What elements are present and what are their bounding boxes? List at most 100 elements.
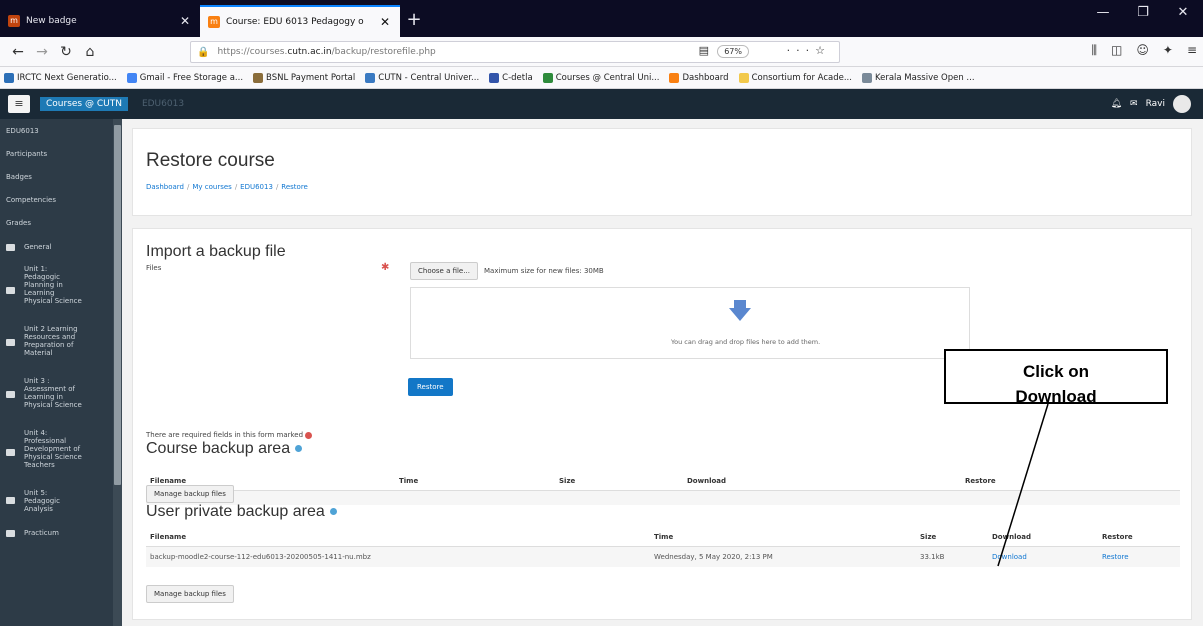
notification-icon[interactable]: 🔔︎ [1111,99,1122,109]
restore-button[interactable]: Restore [408,378,453,396]
url-bar[interactable]: 🔒 https://courses.cutn.ac.in/backup/rest… [190,41,840,63]
reader-view-icon[interactable]: ▤ [699,44,709,57]
forward-icon[interactable]: → [30,44,54,60]
col-filename: Filename [146,528,650,547]
backup-filename: backup-moodle2-course-112-edu6013-202005… [150,553,371,561]
close-tab-icon[interactable]: ✕ [378,15,392,29]
required-icon [305,431,313,439]
download-link[interactable]: Download [992,553,1027,561]
sidebar-section-unit1[interactable]: Unit 1: Pedagogic Planning in Learning P… [0,261,90,309]
drawer-toggle-button[interactable]: ≡ [8,95,30,113]
zoom-badge[interactable]: 67% [717,45,749,58]
page-actions-icon[interactable]: ···☆ [787,44,831,57]
choose-file-button[interactable]: Choose a file... [410,262,478,280]
menu-icon[interactable]: ≡ [1187,43,1197,58]
help-icon[interactable] [329,508,337,516]
sidebar-icon[interactable]: ◫ [1111,43,1122,58]
bookmark-item[interactable]: IRCTC Next Generatio... [4,72,117,83]
callout-line-2: Download [1015,387,1097,404]
folder-icon [6,497,15,504]
import-title: Import a backup file [146,243,286,260]
moodle-favicon-icon: m [8,15,20,27]
sidebar-section-practicum[interactable]: Practicum [0,525,122,541]
sidebar-scrollbar-thumb[interactable] [114,125,121,485]
reload-icon[interactable]: ↻ [54,44,78,60]
course-nav-drawer: EDU6013 Participants Badges Competencies… [0,119,122,626]
sidebar-item-badges[interactable]: Badges [0,170,122,185]
extensions-icon[interactable]: ✦ [1163,43,1173,58]
drop-zone-text: You can drag and drop files here to add … [671,338,821,346]
site-name[interactable]: Courses @ CUTN [40,97,128,111]
tab-new-badge[interactable]: m New badge ✕ [0,5,200,37]
breadcrumb-course[interactable]: EDU6013 [240,183,273,191]
folder-icon [6,339,15,346]
sidebar-section-unit2[interactable]: Unit 2 Learning Resources and Preparatio… [0,321,94,361]
new-tab-icon[interactable]: + [400,5,428,37]
bookmark-item[interactable]: Dashboard [669,72,729,83]
sidebar-item-competencies[interactable]: Competencies [0,193,122,208]
moodle-favicon-icon: m [208,16,220,28]
home-icon[interactable]: ⌂ [78,44,102,60]
sidebar-section-unit5[interactable]: Unit 5: Pedagogic Analysis [0,485,84,517]
col-download: Download [988,528,1098,547]
breadcrumb-my-courses[interactable]: My courses [192,183,231,191]
breadcrumb-restore[interactable]: Restore [281,183,308,191]
bookmarks-bar: IRCTC Next Generatio... Gmail - Free Sto… [0,67,1203,89]
account-icon[interactable]: ☺ [1136,43,1149,58]
folder-icon [6,287,15,294]
upload-arrow-icon [729,308,751,321]
col-restore: Restore [961,472,1180,491]
sidebar-item-grades[interactable]: Grades [0,216,122,231]
page-title: Restore course [146,150,275,171]
url-text: https://courses.cutn.ac.in/backup/restor… [217,47,436,57]
col-size: Size [916,528,988,547]
messages-icon[interactable]: ✉︎ [1130,99,1138,109]
manage-user-backups-button[interactable]: Manage backup files [146,585,234,603]
sidebar-section-unit4[interactable]: Unit 4: Professional Development of Phys… [0,425,96,473]
breadcrumb: Dashboard / My courses / EDU6013/Restore [146,183,308,191]
annotation-callout: Click on Download [944,349,1168,404]
table-row: backup-moodle2-course-112-edu6013-202005… [146,546,1180,567]
sidebar-item-participants[interactable]: Participants [0,147,122,162]
bookmark-item[interactable]: Kerala Massive Open ... [861,72,975,83]
sidebar-section-general[interactable]: General [0,239,122,255]
breadcrumb-separator: / [186,183,190,191]
folder-icon [6,449,15,456]
callout-line-1: Click on [1022,362,1090,381]
manage-course-backups-button[interactable]: Manage backup files [146,485,234,503]
table-header-row: Filename Time Size Download Restore [146,472,1180,491]
bookmark-item[interactable]: C-detla [489,72,533,83]
sidebar-section-unit3[interactable]: Unit 3 : Assessment of Learning in Physi… [0,373,92,413]
user-menu[interactable]: 🔔︎ ✉︎ Ravi [1111,95,1191,113]
col-size: Size [555,472,683,491]
tab-label: Course: EDU 6013 Pedagogy o [226,17,364,27]
user-name[interactable]: Ravi [1146,99,1165,109]
back-icon[interactable]: ← [6,44,30,60]
bookmark-item[interactable]: BSNL Payment Portal [253,72,355,83]
tab-course-edu6013[interactable]: m Course: EDU 6013 Pedagogy o ✕ [200,5,400,37]
col-time: Time [650,528,916,547]
close-window-icon[interactable]: ✕ [1163,0,1203,26]
avatar[interactable] [1173,95,1191,113]
bookmark-item[interactable]: Gmail - Free Storage a... [126,72,243,83]
moodle-header: ≡ Courses @ CUTN EDU6013 🔔︎ ✉︎ Ravi [0,89,1203,119]
file-drop-zone[interactable]: You can drag and drop files here to add … [410,287,970,359]
breadcrumb-separator: / [234,183,238,191]
maximize-icon[interactable]: ❐ [1123,0,1163,26]
table-header-row: Filename Time Size Download Restore [146,528,1180,547]
folder-icon [6,391,15,398]
bookmark-item[interactable]: Courses @ Central Uni... [542,72,659,83]
user-backup-title: User private backup area [146,503,337,521]
sidebar-item-course[interactable]: EDU6013 [0,124,122,139]
header-course-label: EDU6013 [141,99,185,109]
library-icon[interactable]: ⫼ [1091,43,1097,58]
minimize-icon[interactable]: — [1083,0,1123,26]
tab-label: New badge [26,16,77,26]
bookmark-item[interactable]: Consortium for Acade... [738,72,852,83]
restore-link[interactable]: Restore [1102,553,1129,561]
backup-time: Wednesday, 5 May 2020, 2:13 PM [654,553,773,561]
close-tab-icon[interactable]: ✕ [178,14,192,28]
bookmark-item[interactable]: CUTN - Central Univer... [365,72,479,83]
breadcrumb-dashboard[interactable]: Dashboard [146,183,184,191]
toolbar-right: ⫼ ◫ ☺ ✦ ≡ [1091,43,1197,58]
